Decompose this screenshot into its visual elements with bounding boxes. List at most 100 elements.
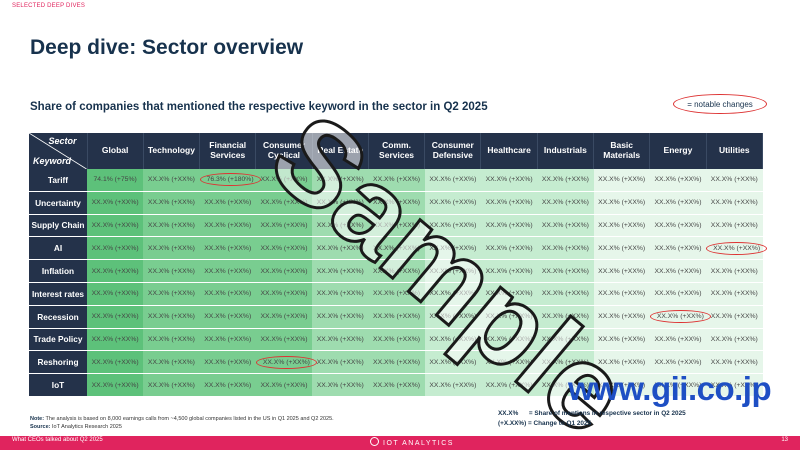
column-header: Utilities [706, 133, 764, 169]
table-cell: XX.X% (+XX%) [199, 236, 256, 261]
table-cell: XX.X% (+XX%) [424, 282, 481, 306]
cell-value: XX.X% (+XX%) [204, 335, 252, 343]
table-cell: XX.X% (+XX%) [537, 328, 594, 352]
table-cell: XX.X% (+XX%) [312, 191, 369, 215]
table-cell: XX.X% (+XX%) [649, 169, 707, 192]
key-line-share: XX.X% = Share of mentions in respective … [498, 410, 686, 417]
cell-value: XX.X% (+XX%) [91, 267, 139, 275]
cell-value: XX.X% (+XX%) [260, 267, 308, 275]
table-cell: XX.X% (+XX%) [593, 169, 650, 192]
table-cell: XX.X% (+XX%) [706, 236, 768, 261]
table-cell: XX.X% (+XX%) [424, 350, 481, 375]
note-text: The analysis is based on 8,000 earnings … [45, 416, 334, 422]
table-cell: XX.X% (+XX%) [649, 236, 707, 261]
cell-value: XX.X% (+XX%) [654, 221, 702, 229]
table-cell: XX.X% (+XX%) [199, 214, 256, 238]
cell-value: XX.X% (+XX%) [373, 358, 421, 366]
table-cell: XX.X% (+XX%) [255, 373, 313, 397]
cell-value: XX.X% (+XX%) [316, 290, 364, 298]
table-cell: XX.X% (+XX%) [593, 259, 650, 283]
notable-change-value: XX.X% (+XX%) [255, 355, 317, 369]
table-cell: XX.X% (+XX%) [368, 350, 425, 375]
column-header: Comm. Services [368, 133, 426, 169]
source-text: IoT Analytics Research 2025 [52, 424, 122, 431]
cell-value: XX.X% (+XX%) [541, 267, 589, 275]
table-cell: XX.X% (+XX%) [199, 259, 256, 283]
table-row: Uncertainty XX.X% (+XX%) XX.X% (+XX%) XX.X%… [29, 191, 763, 215]
table-cell: XX.X% (+XX%) [537, 191, 594, 215]
cell-value: XX.X% (+XX%) [147, 176, 195, 184]
cell-value: XX.X% (+XX%) [204, 267, 252, 275]
cell-value: XX.X% (+XX%) [204, 244, 252, 252]
cell-value: XX.X% (+XX%) [541, 335, 589, 343]
table-cell: XX.X% (+XX%) [424, 214, 481, 238]
table-cell: XX.X% (+XX%) [706, 259, 763, 283]
table-cell: XX.X% (+XX%) [312, 282, 369, 306]
column-header: Technology [143, 133, 201, 169]
cell-value: XX.X% (+XX%) [710, 313, 758, 321]
cell-value: XX.X% (+XX%) [710, 176, 758, 184]
cell-value: XX.X% (+XX%) [598, 199, 646, 207]
table-cell: XX.X% (+XX%) [143, 373, 200, 397]
cell-value: XX.X% (+XX%) [204, 381, 252, 389]
table-cell: XX.X% (+XX%) [199, 373, 256, 397]
table-cell: XX.X% (+XX%) [87, 191, 144, 215]
gii-watermark-url: www.gii.co.jp [568, 370, 772, 407]
table-cell: XX.X% (+XX%) [649, 282, 707, 306]
cell-value: XX.X% (+XX%) [316, 313, 364, 321]
cell-value: XX.X% (+XX%) [91, 335, 139, 343]
table-cell: XX.X% (+XX%) [706, 214, 763, 238]
cell-value: XX.X% (+XX%) [204, 313, 252, 321]
table-cell: XX.X% (+XX%) [143, 236, 200, 261]
corner-cell: Sector Keyword [29, 133, 88, 169]
sector-keyword-table: Sector Keyword Global Technology Financial… [29, 133, 768, 397]
cell-value: XX.X% (+XX%) [147, 313, 195, 321]
cell-value: XX.X% (+XX%) [598, 335, 646, 343]
cell-value: XX.X% (+XX%) [654, 176, 702, 184]
footer-bar: What CEOs talked about Q2 2025 IOT ANALY… [0, 436, 800, 450]
cell-value: XX.X% (+XX%) [91, 244, 139, 252]
table-cell: XX.X% (+XX%) [537, 259, 594, 283]
table-cell: XX.X% (+XX%) [649, 259, 707, 283]
keyword-label: Tariff [29, 169, 87, 192]
table-cell: XX.X% (+XX%) [143, 305, 200, 329]
cell-value: XX.X% (+XX%) [373, 267, 421, 275]
table-cell: XX.X% (+XX%) [706, 282, 763, 306]
table-cell: XX.X% (+XX%) [424, 305, 481, 329]
cell-value: XX.X% (+XX%) [373, 176, 421, 184]
table-row: Supply Chain XX.X% (+XX%) XX.X% (+XX%) XX.X… [29, 214, 763, 238]
cell-value: XX.X% (+XX%) [260, 290, 308, 298]
notable-change-value: 76.3% (+180%) [199, 173, 261, 187]
cell-value: XX.X% (+XX%) [147, 267, 195, 275]
table-cell: XX.X% (+XX%) [593, 305, 650, 329]
table-cell: XX.X% (+XX%) [199, 282, 256, 306]
table-cell: XX.X% (+XX%) [87, 236, 144, 261]
cell-value: XX.X% (+XX%) [260, 244, 308, 252]
table-cell: XX.X% (+XX%) [424, 169, 481, 192]
table-cell: XX.X% (+XX%) [480, 282, 538, 306]
table-cell: XX.X% (+XX%) [480, 191, 538, 215]
cell-value: XX.X% (+XX%) [91, 313, 139, 321]
cell-value: XX.X% (+XX%) [710, 290, 758, 298]
cell-value: XX.X% (+XX%) [316, 176, 364, 184]
table-cell: XX.X% (+XX%) [593, 328, 650, 352]
table-row: Trade Policy XX.X% (+XX%) XX.X% (+XX%) XX.X… [29, 328, 763, 352]
cell-value: XX.X% (+XX%) [91, 290, 139, 298]
cell-value: XX.X% (+XX%) [710, 358, 758, 366]
table-cell: XX.X% (+XX%) [87, 282, 144, 306]
table-cell: XX.X% (+XX%) [424, 328, 481, 352]
table-cell: XX.X% (+XX%) [368, 282, 425, 306]
keyword-label: Recession [29, 305, 87, 329]
cell-value: XX.X% (+XX%) [260, 199, 308, 207]
cell-value: XX.X% (+XX%) [373, 381, 421, 389]
table-cell: XX.X% (+XX%) [368, 191, 425, 215]
cell-value: XX.X% (+XX%) [541, 176, 589, 184]
cell-value: XX.X% (+XX%) [710, 267, 758, 275]
cell-value: XX.X% (+XX%) [541, 244, 589, 252]
cell-value: XX.X% (+XX%) [654, 358, 702, 366]
header-row: Sector Keyword Global Technology Financial… [29, 133, 764, 169]
table-cell: XX.X% (+XX%) [143, 191, 200, 215]
table-cell: XX.X% (+XX%) [87, 373, 144, 397]
table-cell: XX.X% (+XX%) [199, 350, 256, 375]
cell-value: XX.X% (+XX%) [485, 221, 533, 229]
